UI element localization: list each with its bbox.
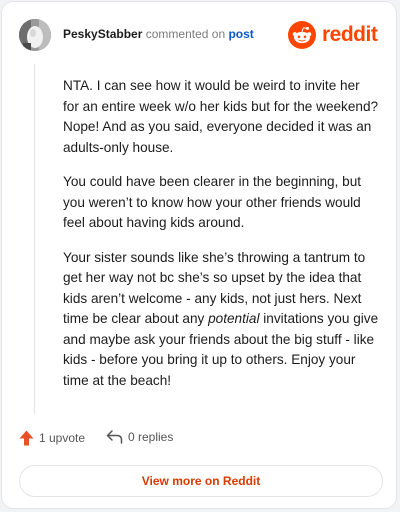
replies-button[interactable]: 0 replies bbox=[106, 430, 173, 444]
comment-paragraph: Your sister sounds like she’s throwing a… bbox=[63, 248, 379, 392]
view-more-button[interactable]: View more on Reddit bbox=[19, 465, 383, 497]
comment-paragraph: You could have been clearer in the begin… bbox=[63, 174, 362, 230]
reddit-brand[interactable]: reddit bbox=[288, 21, 380, 49]
reddit-snoo-icon bbox=[288, 21, 316, 49]
byline: PeskyStabber commented on post bbox=[63, 27, 254, 41]
upvote-button[interactable]: 1 upvote bbox=[19, 430, 85, 446]
upvote-count: 1 upvote bbox=[39, 431, 86, 445]
post-link[interactable]: post bbox=[228, 27, 253, 41]
comment-embed-card: PeskyStabber commented on post reddit NT… bbox=[1, 1, 397, 509]
reply-arrow-icon bbox=[106, 430, 123, 444]
username-link[interactable]: PeskyStabber bbox=[63, 27, 142, 41]
user-avatar[interactable] bbox=[19, 19, 51, 51]
comment-body: NTA. I can see how it would be weird to … bbox=[63, 76, 379, 405]
thread-line bbox=[34, 64, 35, 414]
emphasis-text: potential bbox=[208, 311, 260, 326]
action-text: commented on bbox=[145, 27, 226, 41]
replies-count: 0 replies bbox=[128, 430, 174, 444]
comment-paragraph: NTA. I can see how it would be weird to … bbox=[63, 78, 379, 155]
comment-header: PeskyStabber commented on post reddit bbox=[19, 19, 380, 53]
reddit-wordmark: reddit bbox=[322, 23, 378, 46]
upvote-arrow-icon bbox=[19, 430, 34, 446]
